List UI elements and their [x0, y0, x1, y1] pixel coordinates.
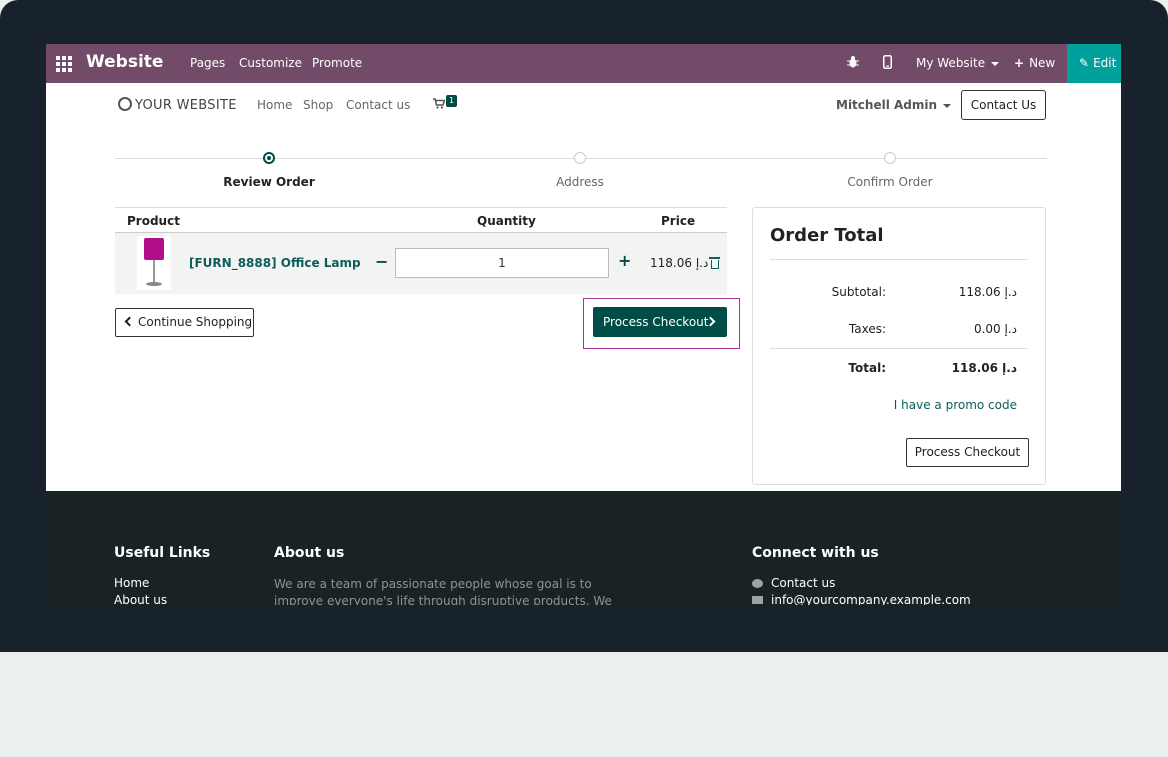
chevron-left-icon — [124, 316, 135, 327]
continue-shopping-label: Continue Shopping — [138, 315, 253, 329]
product-image[interactable] — [137, 236, 171, 290]
cart-link[interactable]: 1 — [433, 95, 458, 112]
promo-code-link[interactable]: I have a promo code — [894, 398, 1017, 412]
about-title: About us — [274, 545, 345, 561]
site-footer: Useful Links Home About us About us We a… — [46, 491, 1121, 605]
quantity-plus-button[interactable]: + — [618, 251, 631, 270]
step-dot-address — [574, 152, 586, 164]
header-quantity: Quantity — [477, 214, 536, 228]
product-price: 118.06 د.إ — [650, 256, 709, 270]
footer-contact-us[interactable]: Contact us — [752, 576, 835, 590]
step-review-order[interactable]: Review Order — [189, 175, 349, 189]
taxes-value: 0.00 د.إ — [973, 322, 1017, 336]
continue-shopping-button[interactable]: Continue Shopping — [115, 308, 254, 337]
process-checkout-label: Process Checkout — [603, 315, 709, 329]
step-address[interactable]: Address — [500, 175, 660, 189]
browser-screen: Website Pages Customize Promote My Websi… — [46, 44, 1121, 605]
website-selector[interactable]: My Website — [916, 56, 1000, 70]
subtotal-value: 118.06 د.إ — [958, 285, 1017, 299]
process-checkout-secondary-button[interactable]: Process Checkout — [906, 438, 1029, 467]
device-bottom — [0, 652, 1168, 757]
user-name: Mitchell Admin — [836, 98, 938, 112]
site-logo[interactable]: YOUR WEBSITE — [118, 97, 237, 113]
plus-icon: + — [1014, 56, 1025, 70]
cart-icon — [433, 98, 446, 109]
cart-table-header: Product Quantity Price — [115, 207, 727, 233]
contact-us-button[interactable]: Contact Us — [961, 90, 1046, 120]
divider — [770, 259, 1028, 260]
useful-links-title: Useful Links — [114, 545, 211, 561]
order-total-title: Order Total — [770, 225, 884, 246]
footer-contact-label: Contact us — [771, 576, 836, 590]
step-dot-confirm — [884, 152, 896, 164]
admin-top-bar: Website Pages Customize Promote My Websi… — [46, 44, 1121, 83]
process-checkout-button[interactable]: Process Checkout — [593, 307, 727, 337]
nav-shop[interactable]: Shop — [303, 98, 333, 112]
edit-button[interactable]: ✎ Edit — [1067, 44, 1121, 83]
footer-email[interactable]: info@yourcompany.example.com — [752, 593, 971, 605]
site-navbar: YOUR WEBSITE Home Shop Contact us 1 Mitc… — [46, 83, 1121, 129]
step-dot-review — [263, 152, 275, 164]
trash-icon[interactable] — [709, 257, 720, 269]
subtotal-label: Subtotal: — [831, 285, 886, 299]
taxes-label: Taxes: — [848, 322, 886, 336]
header-product: Product — [127, 214, 180, 228]
connect-title: Connect with us — [752, 545, 879, 561]
total-label: Total: — [848, 361, 886, 375]
debug-bug-icon[interactable] — [847, 55, 859, 72]
new-label: New — [1029, 56, 1056, 70]
quantity-input[interactable] — [395, 248, 609, 278]
chevron-down-icon — [991, 61, 1000, 66]
order-total-card: Order Total Subtotal: 118.06 د.إ Taxes: … — [752, 207, 1046, 485]
menu-promote[interactable]: Promote — [312, 56, 362, 70]
envelope-icon — [752, 596, 763, 604]
menu-customize[interactable]: Customize — [239, 56, 302, 70]
quantity-minus-button[interactable]: − — [375, 252, 388, 271]
footer-email-label: info@yourcompany.example.com — [771, 593, 971, 605]
total-value: 118.06 د.إ — [951, 361, 1017, 375]
user-menu[interactable]: Mitchell Admin — [836, 98, 952, 112]
apps-grid-icon[interactable] — [56, 56, 72, 72]
cart-count-badge: 1 — [446, 95, 458, 107]
nav-home[interactable]: Home — [257, 98, 292, 112]
mobile-preview-icon[interactable] — [883, 55, 892, 72]
table-row: [FURN_8888] Office Lamp − + 118.06 د.إ — [115, 233, 727, 294]
footer-link-home[interactable]: Home — [114, 576, 149, 590]
step-confirm-order[interactable]: Confirm Order — [810, 175, 970, 189]
logo-text: YOUR WEBSITE — [135, 98, 237, 113]
pencil-icon: ✎ — [1079, 56, 1090, 70]
footer-link-about-us[interactable]: About us — [114, 593, 167, 605]
website-selector-label: My Website — [916, 56, 986, 70]
new-button[interactable]: + New — [1014, 56, 1055, 70]
header-price: Price — [661, 214, 696, 228]
divider — [770, 348, 1028, 349]
chevron-down-icon — [943, 103, 952, 108]
menu-pages[interactable]: Pages — [190, 56, 225, 70]
edit-label: Edit — [1093, 56, 1117, 70]
app-brand[interactable]: Website — [86, 52, 163, 72]
nav-contact-us[interactable]: Contact us — [346, 98, 410, 112]
product-name-link[interactable]: [FURN_8888] Office Lamp — [189, 256, 361, 270]
comment-icon — [752, 579, 763, 588]
globe-icon — [118, 97, 132, 111]
about-text: We are a team of passionate people whose… — [274, 577, 612, 605]
